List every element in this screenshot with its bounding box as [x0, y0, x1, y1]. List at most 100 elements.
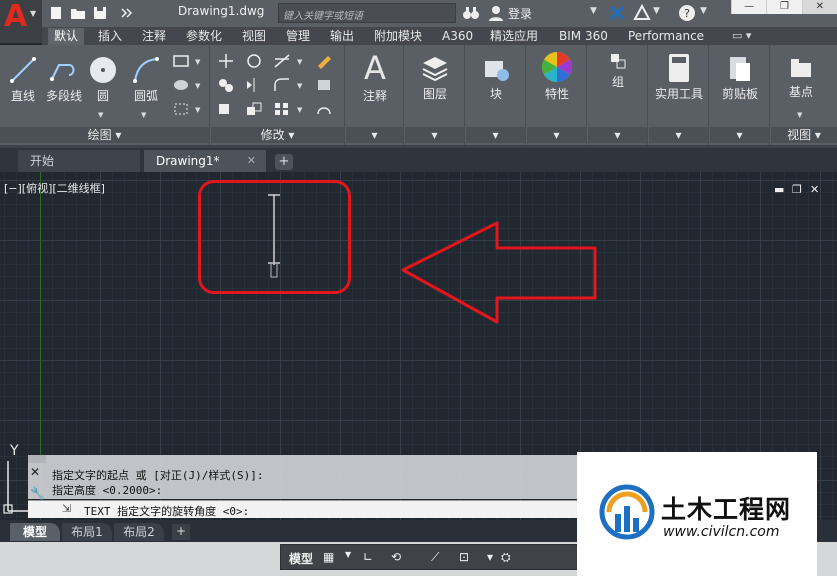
command-close-icon[interactable]: ✕ — [30, 465, 40, 479]
save-icon[interactable] — [92, 5, 108, 21]
line-tool-label: 直线 — [10, 89, 35, 103]
layers-panel-expand[interactable]: ▾ — [405, 127, 464, 143]
view-panel-title[interactable]: 视图 ▾ — [771, 127, 837, 143]
close-icon[interactable]: ✕ — [801, 0, 837, 14]
polyline-tool[interactable]: 多段线 — [42, 55, 86, 104]
trim-icon[interactable] — [273, 53, 293, 71]
tab-bim360[interactable]: BIM 360 — [553, 28, 614, 45]
tab-performance[interactable]: Performance — [622, 28, 710, 45]
fillet-icon[interactable] — [273, 77, 293, 95]
help-dropdown-icon[interactable]: ▼ — [700, 6, 707, 16]
minimize-icon[interactable]: — — [731, 0, 766, 14]
tab-layout1[interactable]: 布局1 — [62, 523, 112, 541]
hatch-icon[interactable] — [172, 77, 192, 95]
tab-layout2[interactable]: 布局2 — [114, 523, 164, 541]
command-settings-icon[interactable]: 🔧 — [30, 486, 45, 500]
polar-tracking-icon[interactable]: ⟲ — [391, 550, 401, 564]
login-button[interactable]: 登录 — [508, 5, 532, 22]
array-icon[interactable] — [273, 101, 293, 119]
a360-dropdown-icon[interactable]: ▼ — [653, 6, 660, 16]
properties-panel-expand[interactable]: ▾ — [527, 127, 586, 143]
move-icon[interactable] — [217, 53, 237, 71]
tab-default[interactable]: 默认 — [48, 28, 85, 45]
rectangle-icon[interactable] — [172, 53, 192, 71]
tab-addins[interactable]: 附加模块 — [368, 28, 428, 45]
scale-icon[interactable] — [245, 101, 265, 119]
circle-tool-label: 圆 — [96, 89, 109, 103]
annotation-tool[interactable]: A 注释 — [352, 51, 398, 104]
tab-manage[interactable]: 管理 — [280, 28, 316, 45]
boundary-icon[interactable] — [172, 101, 192, 119]
grid-icon[interactable]: ▦ — [323, 550, 334, 564]
new-tab-button[interactable]: + — [275, 154, 293, 170]
offset-icon[interactable] — [315, 101, 335, 119]
a360-triangle-icon[interactable] — [633, 3, 651, 22]
group-tool[interactable]: 组 — [598, 51, 638, 90]
new-file-icon[interactable] — [48, 5, 64, 21]
model-space-button[interactable]: 模型 — [289, 550, 313, 567]
ortho-icon[interactable]: ∟ — [363, 550, 373, 564]
block-tool[interactable]: 块 — [474, 53, 518, 102]
clipboard-panel-expand[interactable]: ▾ — [710, 127, 769, 143]
tab-a360[interactable]: A360 — [436, 28, 479, 45]
document-title: Drawing1.dwg — [178, 4, 265, 18]
command-prompt-text: TEXT 指定文字的旋转角度 <0>: — [84, 505, 250, 518]
viewport-controls-label[interactable]: [−][俯视][二维线框] — [4, 180, 105, 196]
clipboard-tool[interactable]: 剪贴板 — [714, 53, 766, 102]
viewport-restore-icon[interactable]: ❐ — [792, 183, 802, 196]
exchange-x-icon[interactable] — [608, 4, 626, 22]
help-icon[interactable]: ? — [678, 4, 696, 22]
grid-dropdown-icon[interactable]: ▼ — [345, 550, 351, 559]
command-input[interactable]: ⇲ TEXT 指定文字的旋转角度 <0>: — [28, 500, 578, 518]
login-dropdown-icon[interactable]: ▼ — [590, 6, 597, 16]
utilities-tool[interactable]: 实用工具 — [651, 53, 707, 102]
osnap-dropdown-icon[interactable]: ▾ — [487, 550, 493, 564]
copy-icon[interactable] — [217, 77, 237, 95]
stretch-icon[interactable] — [217, 101, 237, 119]
text-a-icon: A — [364, 49, 386, 87]
application-menu-button[interactable]: A ▼ — [0, 0, 42, 43]
layers-tool[interactable]: 图层 — [413, 53, 457, 102]
viewport-close-icon[interactable]: ✕ — [810, 183, 819, 196]
arc-tool[interactable]: 圆弧 ▼ — [126, 55, 166, 119]
binoculars-icon[interactable] — [462, 4, 480, 22]
mirror-icon[interactable] — [245, 77, 265, 95]
tab-model[interactable]: 模型 — [10, 523, 60, 541]
utilities-panel-expand[interactable]: ▾ — [649, 127, 708, 143]
erase-icon[interactable] — [315, 53, 335, 71]
command-drag-handle[interactable] — [28, 455, 46, 463]
more-quick-access-icon[interactable] — [118, 5, 134, 21]
isodraft-icon[interactable]: ⟋ — [431, 550, 439, 565]
ribbon-minimize-icon[interactable]: ▭ ▾ — [732, 29, 751, 42]
group-panel-expand[interactable]: ▾ — [588, 127, 647, 143]
draw-panel-title[interactable]: 绘图 ▾ — [0, 127, 209, 143]
basepoint-tool[interactable]: 基点 ▼ — [779, 55, 823, 119]
search-input[interactable]: 键入关键字或短语 — [278, 3, 456, 23]
object-snap-icon[interactable]: ⊡ — [459, 550, 469, 564]
tab-start[interactable]: 开始 — [18, 150, 140, 172]
explode-icon[interactable] — [315, 77, 335, 95]
restore-icon[interactable]: ❐ — [766, 0, 801, 14]
open-folder-icon[interactable] — [70, 5, 86, 21]
clipboard-icon — [730, 57, 750, 81]
close-tab-icon[interactable]: ✕ — [247, 150, 256, 172]
block-panel-expand[interactable]: ▾ — [466, 127, 525, 143]
tab-annotate[interactable]: 注释 — [136, 28, 172, 45]
add-layout-button[interactable]: + — [172, 524, 190, 540]
rotate-icon[interactable] — [245, 53, 265, 71]
tab-drawing1[interactable]: Drawing1* ✕ — [144, 150, 266, 172]
line-tool[interactable]: 直线 — [6, 55, 40, 104]
properties-tool[interactable]: 特性 — [535, 51, 579, 102]
polyline-icon — [50, 64, 75, 81]
circle-tool[interactable]: 圆 ▼ — [86, 55, 120, 119]
modify-panel-title[interactable]: 修改 ▾ — [211, 127, 344, 143]
annotation-panel-expand[interactable]: ▾ — [346, 127, 403, 143]
tab-view[interactable]: 视图 — [236, 28, 272, 45]
tab-featured-apps[interactable]: 精选应用 — [484, 28, 544, 45]
user-icon[interactable] — [487, 4, 505, 22]
tab-parametric[interactable]: 参数化 — [180, 28, 228, 45]
tab-insert[interactable]: 插入 — [92, 28, 128, 45]
annotation-monitor-icon[interactable]: ⛭ — [501, 550, 511, 565]
tab-output[interactable]: 输出 — [324, 28, 360, 45]
viewport-minimize-icon[interactable]: ▬ — [774, 183, 784, 196]
